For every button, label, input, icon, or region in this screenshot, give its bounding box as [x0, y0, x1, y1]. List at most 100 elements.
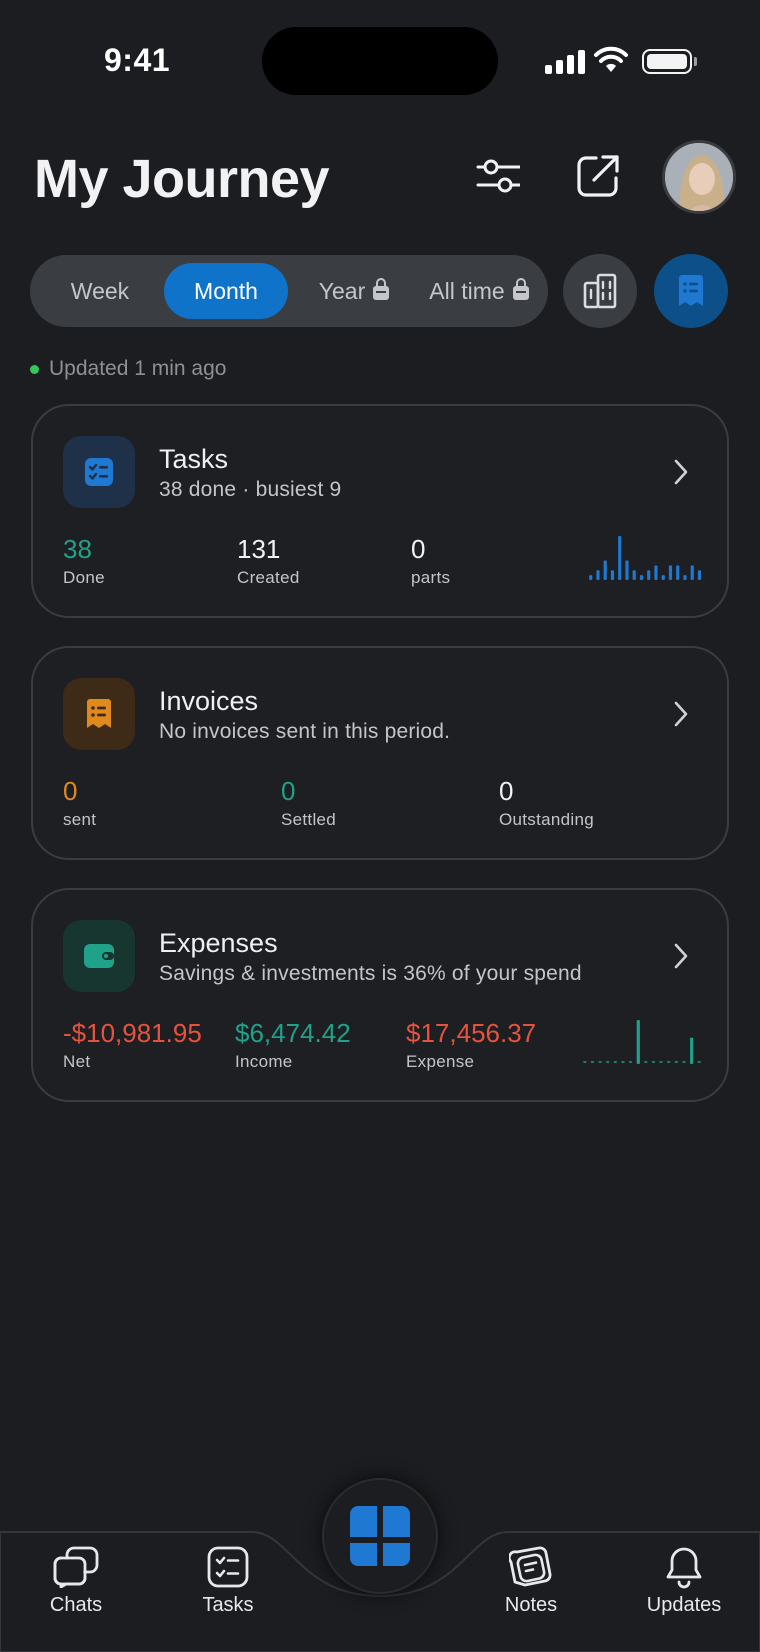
spark-bar	[667, 1061, 671, 1063]
home-dashboard-button[interactable]	[322, 1478, 438, 1594]
expenses-card[interactable]: Expenses Savings & investments is 36% of…	[31, 888, 729, 1102]
stat-expense-value: $17,456.37	[406, 1018, 537, 1048]
spark-bar	[598, 1061, 602, 1063]
tab-week-label: Week	[70, 277, 130, 304]
spark-bar	[603, 560, 607, 580]
spark-bar	[697, 1061, 701, 1063]
spark-bar	[596, 570, 600, 580]
spark-bar	[636, 1020, 640, 1064]
avatar[interactable]	[662, 140, 736, 214]
stat-income-value: $6,474.42	[235, 1018, 351, 1048]
online-dot-icon	[30, 364, 39, 374]
stat-outstanding: 0 Outstanding	[499, 776, 594, 830]
spark-bar	[697, 570, 702, 580]
stat-created-value: 131	[237, 534, 281, 564]
stat-net-label: Net	[63, 1052, 91, 1071]
spark-bar	[676, 565, 680, 580]
tasks-card-subtitle: 38 done · busiest 9	[159, 478, 342, 501]
tab-notes[interactable]	[471, 1546, 591, 1588]
spark-bar	[606, 1061, 610, 1063]
status-time: 9:41	[104, 42, 171, 78]
checklist-icon	[85, 458, 113, 486]
status-bar: 9:41	[0, 0, 760, 110]
tab-notes-label[interactable]: Notes	[461, 1594, 601, 1617]
stat-expense: $17,456.37 Expense	[406, 1018, 536, 1072]
bell-icon	[666, 1547, 702, 1589]
stat-done: 38 Done	[63, 534, 105, 588]
spark-bar	[590, 1061, 594, 1063]
stat-created: 131 Created	[237, 534, 300, 588]
page-title: My Journey	[34, 149, 330, 209]
spark-bar	[644, 1061, 648, 1063]
expenses-card-icon	[63, 920, 135, 992]
spark-bar	[639, 575, 644, 580]
tasks-sparkline	[589, 536, 702, 580]
chat-bubbles-icon	[53, 1546, 99, 1588]
expenses-card-subtitle: Savings & investments is 36% of your spe…	[159, 962, 582, 985]
dynamic-island	[262, 27, 498, 95]
tab-updates-label[interactable]: Updates	[614, 1594, 754, 1617]
tasks-card-icon	[63, 436, 135, 508]
spark-bar	[690, 1037, 694, 1064]
stat-settled-label: Settled	[281, 810, 337, 829]
invoices-card[interactable]: Invoices No invoices sent in this period…	[31, 646, 729, 860]
spark-bar	[621, 1061, 625, 1063]
filter-button[interactable]	[470, 148, 526, 204]
tab-chats-label[interactable]: Chats	[6, 1594, 146, 1617]
spark-bar	[589, 575, 593, 580]
share-button[interactable]	[570, 148, 626, 204]
battery-icon	[642, 49, 697, 74]
tab-chats[interactable]	[16, 1546, 136, 1588]
sliders-icon	[476, 159, 520, 193]
chevron-right-icon	[674, 701, 688, 727]
stat-parts-label: parts	[411, 568, 451, 587]
period-segmented-control: Week Month Year All time	[30, 255, 548, 327]
tasks-card-title: Tasks	[159, 444, 229, 474]
spark-bar	[647, 570, 651, 580]
spark-bar	[690, 565, 694, 580]
spark-bar	[674, 1061, 678, 1063]
lock-icon	[512, 278, 529, 300]
stat-income: $6,474.42 Income	[235, 1018, 351, 1072]
tab-month-label: Month	[194, 277, 258, 304]
stat-sent: 0 sent	[63, 776, 96, 830]
chevron-right-icon	[674, 459, 688, 485]
receipt-icon	[679, 275, 703, 306]
tab-all-time-label: All time	[429, 277, 505, 304]
dashboard-grid-icon	[350, 1506, 410, 1566]
tab-updates[interactable]	[624, 1546, 744, 1590]
tab-month[interactable]: Month	[164, 263, 288, 319]
spark-bar	[654, 565, 658, 580]
stat-parts: 0 parts	[411, 534, 450, 588]
stat-done-label: Done	[63, 568, 105, 587]
tab-tasks[interactable]	[168, 1546, 288, 1588]
stat-created-label: Created	[237, 568, 300, 587]
stat-net-value: -$10,981.95	[63, 1018, 202, 1048]
tasks-card[interactable]: Tasks 38 done · busiest 9 38 Done 131 Cr…	[31, 404, 729, 618]
invoices-card-icon	[63, 678, 135, 750]
receipts-button[interactable]	[654, 254, 728, 328]
stat-net: -$10,981.95 Net	[63, 1018, 202, 1072]
wallet-icon	[84, 944, 114, 968]
expenses-card-title: Expenses	[159, 928, 278, 958]
spark-bar	[659, 1061, 663, 1063]
organization-button[interactable]	[563, 254, 637, 328]
tab-all-time[interactable]: All time	[416, 263, 542, 319]
spark-bar	[610, 570, 615, 580]
buildings-icon	[583, 273, 617, 309]
notes-icon	[509, 1546, 552, 1587]
stat-settled-value: 0	[281, 776, 296, 806]
tab-year[interactable]: Year	[302, 263, 406, 319]
stat-sent-label: sent	[63, 810, 97, 829]
share-external-icon	[577, 155, 619, 197]
stat-sent-value: 0	[63, 776, 78, 806]
tab-week[interactable]: Week	[50, 263, 150, 319]
user-photo-icon	[665, 143, 733, 211]
tab-tasks-label[interactable]: Tasks	[158, 1594, 298, 1617]
expenses-sparkline	[583, 1020, 701, 1064]
stat-parts-value: 0	[411, 534, 426, 564]
spark-bar	[632, 570, 636, 580]
stat-income-label: Income	[235, 1052, 293, 1071]
spark-bar	[613, 1061, 617, 1063]
spark-bar	[651, 1061, 655, 1063]
